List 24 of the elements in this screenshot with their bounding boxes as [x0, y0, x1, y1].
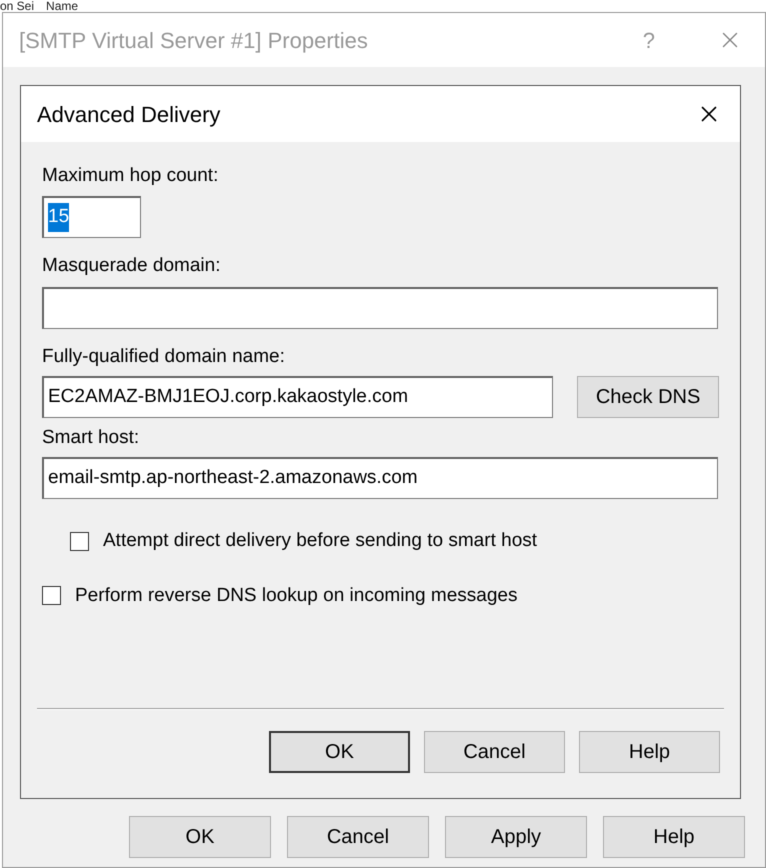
dialog-button[interactable]: Help	[603, 816, 745, 858]
window-title: [SMTP Virtual Server #1] Properties	[19, 26, 369, 55]
checkbox-label: Attempt direct delivery before sending to smart host	[103, 529, 538, 553]
field-label: Fully-qualified domain name:	[42, 346, 285, 367]
field-label: Smart host:	[42, 427, 140, 448]
dialog-button[interactable]: Cancel	[424, 731, 565, 773]
checkbox[interactable]	[70, 532, 89, 551]
field-label: Maximum hop count:	[42, 164, 220, 188]
hop-count-field[interactable]: 15	[42, 196, 141, 238]
column-header: on Sei	[0, 0, 34, 12]
dialog-button[interactable]: OK	[269, 731, 410, 773]
dialog-button[interactable]: OK	[129, 816, 271, 858]
dialog-button[interactable]: Help	[579, 731, 720, 773]
check-dns-button[interactable]: Check DNS	[577, 376, 719, 418]
field-label: Masquerade domain:	[42, 255, 220, 276]
dialog-title: Advanced Delivery	[37, 100, 222, 129]
fqdn-field[interactable]: EC2AMAZ-BMJ1EOJ.corp.kakaostyle.com	[42, 376, 554, 418]
dialog-button[interactable]: Apply	[445, 816, 587, 858]
checkbox[interactable]	[42, 586, 61, 606]
dialog-button[interactable]: Cancel	[287, 816, 429, 858]
masquerade-domain-field[interactable]	[42, 287, 718, 329]
column-header: Name	[46, 0, 78, 12]
smart-host-field[interactable]: email-smtp.ap-northeast-2.amazonaws.com	[42, 457, 718, 499]
checkbox-label: Perform reverse DNS lookup on incoming messages	[75, 584, 518, 608]
